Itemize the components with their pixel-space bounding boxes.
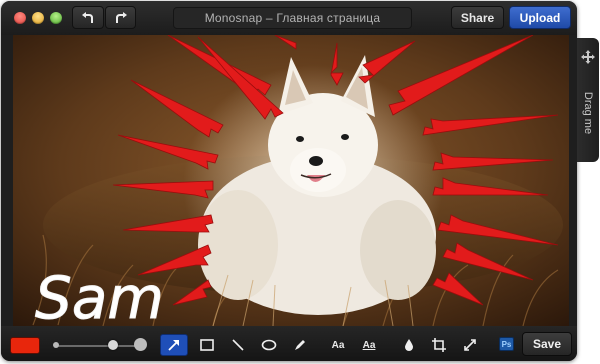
resize-icon bbox=[464, 339, 476, 351]
drag-label: Drag me bbox=[582, 91, 594, 135]
drag-tab[interactable]: Drag me bbox=[577, 38, 599, 162]
resize-tool[interactable] bbox=[456, 334, 484, 356]
undo-button[interactable] bbox=[72, 6, 104, 29]
text-bg-tool-label: Aa bbox=[362, 339, 376, 351]
upload-button[interactable]: Upload bbox=[509, 6, 571, 29]
redo-button[interactable] bbox=[105, 6, 136, 29]
screenshot-canvas[interactable]: Sam bbox=[13, 35, 569, 326]
save-button[interactable]: Save bbox=[522, 332, 572, 356]
crop-tool[interactable] bbox=[425, 334, 453, 356]
drag-label-wrap: Drag me bbox=[579, 68, 597, 158]
annotated-photo: Sam bbox=[13, 35, 569, 326]
close-window-button[interactable] bbox=[14, 12, 26, 24]
blur-drop-icon bbox=[405, 339, 413, 351]
sam-label: Sam bbox=[35, 264, 164, 326]
blur-tool[interactable] bbox=[395, 334, 423, 356]
ellipse-icon bbox=[261, 339, 277, 351]
pencil-icon bbox=[295, 340, 305, 350]
crop-icon bbox=[432, 338, 446, 352]
open-in-photoshop-button[interactable]: Ps bbox=[499, 337, 514, 351]
undo-icon bbox=[82, 11, 93, 23]
line-icon bbox=[232, 339, 244, 351]
color-picker[interactable] bbox=[10, 337, 40, 354]
text-tool-label: Aa bbox=[331, 339, 345, 351]
zoom-window-button[interactable] bbox=[50, 12, 62, 24]
share-button[interactable]: Share bbox=[451, 6, 504, 29]
annotation-toolbar: Aa Aa Ps Save bbox=[1, 326, 577, 361]
redo-icon bbox=[115, 11, 127, 23]
rectangle-tool[interactable] bbox=[193, 334, 221, 356]
text-with-background-tool[interactable]: Aa bbox=[355, 334, 383, 356]
slider-max-dot bbox=[134, 338, 147, 351]
arrow-tool[interactable] bbox=[160, 334, 188, 356]
arrow-tool-icon bbox=[168, 340, 179, 351]
rectangle-icon bbox=[200, 339, 214, 351]
slider-min-dot bbox=[53, 342, 59, 348]
monosnap-window: Monosnap – Главная страница Share Upload bbox=[1, 1, 577, 361]
title-bar: Monosnap – Главная страница Share Upload bbox=[1, 1, 577, 35]
line-tool[interactable] bbox=[224, 334, 252, 356]
pencil-tool[interactable] bbox=[286, 334, 314, 356]
slider-knob[interactable] bbox=[108, 340, 118, 350]
ellipse-tool[interactable] bbox=[255, 334, 283, 356]
stroke-width-slider[interactable] bbox=[57, 345, 143, 347]
window-title[interactable]: Monosnap – Главная страница bbox=[173, 7, 412, 29]
text-tool[interactable]: Aa bbox=[324, 334, 352, 356]
move-icon bbox=[581, 50, 595, 64]
minimize-window-button[interactable] bbox=[32, 12, 44, 24]
